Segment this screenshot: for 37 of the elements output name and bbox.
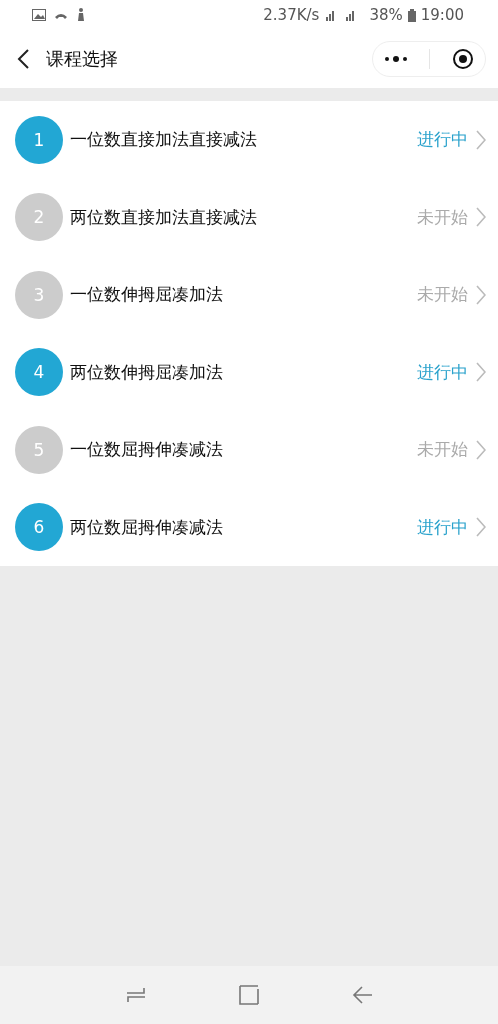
back-icon[interactable] bbox=[16, 48, 30, 70]
chevron-icon bbox=[476, 284, 486, 305]
course-name: 一位数伸拇屈凑加法 bbox=[70, 283, 224, 307]
image-icon bbox=[32, 9, 46, 21]
figure-icon bbox=[76, 8, 86, 22]
course-status: 进行中 bbox=[417, 360, 468, 384]
network-speed: 2.37K/s bbox=[263, 6, 320, 24]
course-number: 4 bbox=[15, 348, 63, 397]
course-status: 未开始 bbox=[417, 205, 468, 229]
chevron-icon bbox=[476, 207, 486, 228]
course-item[interactable]: 4 两位数伸拇屈凑加法 进行中 bbox=[0, 333, 498, 411]
course-name: 两位数直接加法直接减法 bbox=[70, 205, 258, 229]
course-number: 1 bbox=[15, 115, 63, 164]
course-item[interactable]: 6 两位数屈拇伸凑减法 进行中 bbox=[0, 488, 498, 566]
course-name: 一位数屈拇伸凑减法 bbox=[70, 438, 224, 462]
home-icon[interactable] bbox=[239, 985, 259, 1005]
battery-level: 38% bbox=[369, 6, 403, 24]
course-name: 两位数伸拇屈凑加法 bbox=[70, 360, 224, 384]
course-name: 两位数屈拇伸凑减法 bbox=[70, 515, 224, 539]
clock: 19:00 bbox=[420, 6, 464, 24]
recent-apps-icon[interactable] bbox=[126, 987, 147, 1003]
page-title: 课程选择 bbox=[46, 47, 118, 71]
back-arrow-icon[interactable] bbox=[351, 986, 372, 1004]
course-item[interactable]: 1 一位数直接加法直接减法 进行中 bbox=[0, 101, 498, 179]
battery-icon bbox=[407, 8, 416, 22]
course-status: 未开始 bbox=[417, 438, 468, 462]
chevron-icon bbox=[476, 439, 486, 460]
chevron-icon bbox=[476, 129, 486, 150]
course-number: 6 bbox=[15, 503, 63, 552]
course-status: 进行中 bbox=[417, 128, 468, 152]
chevron-icon bbox=[476, 517, 486, 538]
chevron-icon bbox=[476, 362, 486, 383]
close-icon[interactable] bbox=[452, 48, 475, 70]
course-status: 进行中 bbox=[417, 515, 468, 539]
more-icon[interactable] bbox=[383, 55, 408, 63]
course-name: 一位数直接加法直接减法 bbox=[70, 128, 258, 152]
course-status: 未开始 bbox=[417, 283, 468, 307]
